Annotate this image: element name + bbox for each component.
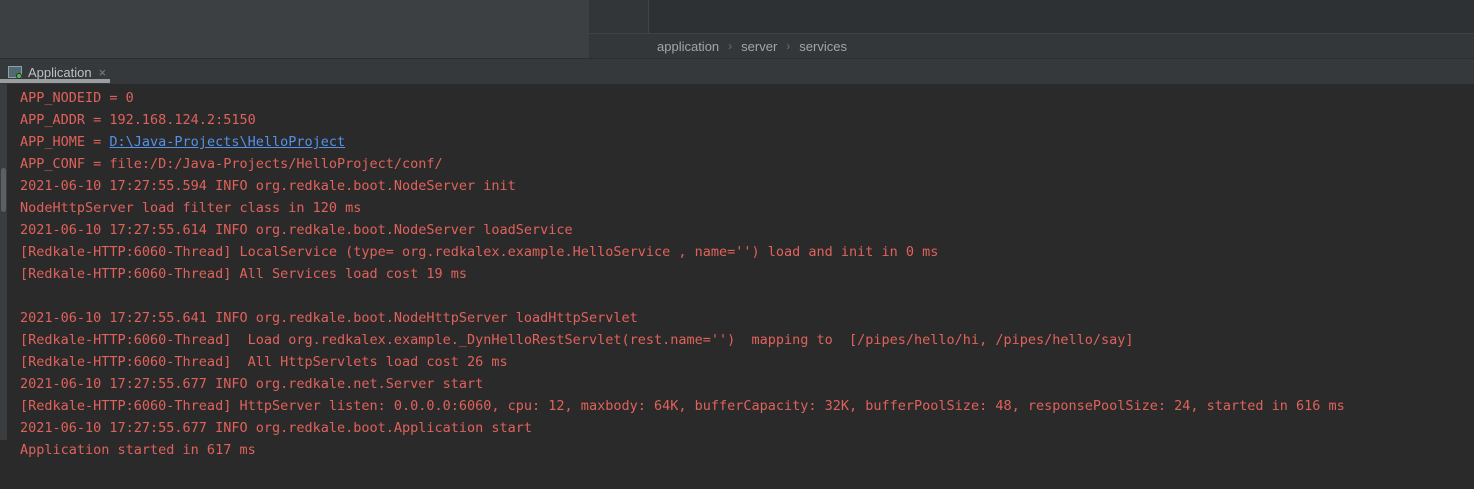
console-line: APP_ADDR = 192.168.124.2:5150: [20, 109, 1474, 131]
console-line: [Redkale-HTTP:6060-Thread] All Services …: [20, 263, 1474, 285]
breadcrumb-separator-icon: ›: [728, 39, 732, 53]
console-line: [20, 285, 1474, 307]
file-link[interactable]: D:\Java-Projects\HelloProject: [109, 134, 345, 150]
top-panel-right: [648, 0, 1474, 33]
breadcrumb-separator-icon: ›: [786, 39, 790, 53]
close-icon[interactable]: ×: [99, 66, 107, 79]
console-line: [Redkale-HTTP:6060-Thread] LocalService …: [20, 241, 1474, 263]
console-left-gutter: [0, 84, 7, 440]
console-output[interactable]: APP_NODEID = 0APP_ADDR = 192.168.124.2:5…: [0, 84, 1474, 489]
breadcrumb-item-server[interactable]: server: [741, 39, 777, 54]
console-tab-bar: Application ×: [0, 58, 1474, 85]
console-line: [Redkale-HTTP:6060-Thread] HttpServer li…: [20, 395, 1474, 417]
console-line: NodeHttpServer load filter class in 120 …: [20, 197, 1474, 219]
console-line: 2021-06-10 17:27:55.641 INFO org.redkale…: [20, 307, 1474, 329]
console-line: APP_CONF = file:/D:/Java-Projects/HelloP…: [20, 153, 1474, 175]
console-line: Application started in 617 ms: [20, 439, 1474, 461]
editor-panel: [0, 0, 589, 58]
breadcrumb-item-application[interactable]: application: [657, 39, 719, 54]
console-line: [Redkale-HTTP:6060-Thread] All HttpServl…: [20, 351, 1474, 373]
scrollbar-thumb[interactable]: [1, 168, 6, 212]
console-line: 2021-06-10 17:27:55.594 INFO org.redkale…: [20, 175, 1474, 197]
tab-label: Application: [28, 65, 92, 80]
console-line-text: APP_HOME =: [20, 134, 109, 150]
console-line: 2021-06-10 17:27:55.677 INFO org.redkale…: [20, 373, 1474, 395]
breadcrumb-item-services[interactable]: services: [799, 39, 847, 54]
tab-scrollbar-thumb[interactable]: [0, 79, 110, 83]
breadcrumb: application › server › services: [589, 33, 1474, 58]
console-line: 2021-06-10 17:27:55.677 INFO org.redkale…: [20, 417, 1474, 439]
run-tool-window: application › server › services Application …: [0, 0, 1474, 489]
top-panel-segment: [589, 0, 648, 33]
console-log: APP_NODEID = 0APP_ADDR = 192.168.124.2:5…: [20, 87, 1474, 461]
console-line: 2021-06-10 17:27:55.614 INFO org.redkale…: [20, 219, 1474, 241]
console-line: APP_HOME = D:\Java-Projects\HelloProject: [20, 131, 1474, 153]
console-line: APP_NODEID = 0: [20, 87, 1474, 109]
run-console-icon: [6, 65, 22, 79]
console-line: [Redkale-HTTP:6060-Thread] Load org.redk…: [20, 329, 1474, 351]
